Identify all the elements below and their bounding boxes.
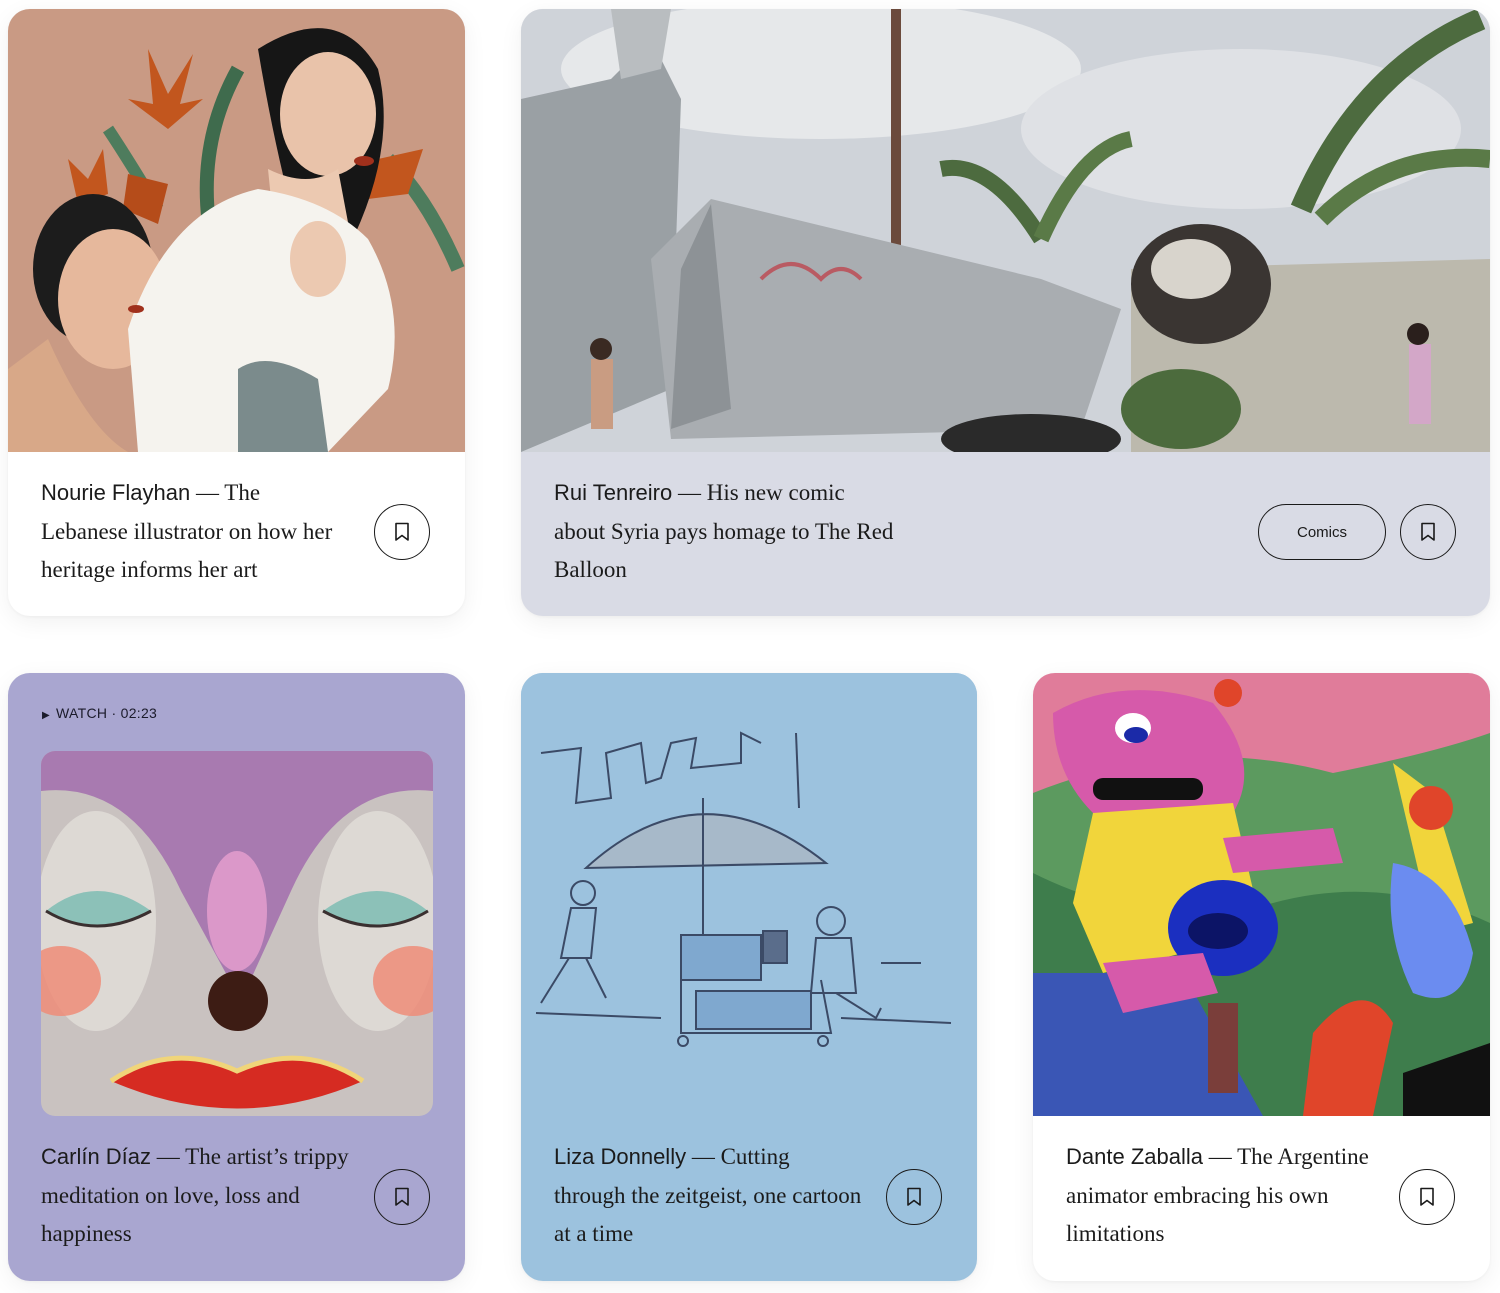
card-caption: Carlín Díaz — The artist’s trippy medita… <box>41 1138 351 1254</box>
bookmark-button[interactable] <box>374 504 430 560</box>
bookmark-icon <box>395 1187 409 1206</box>
artist-name: Carlín Díaz <box>41 1144 152 1169</box>
bookmark-icon <box>1420 1187 1434 1206</box>
article-card-carlin-diaz[interactable]: ▶ WATCH · 02:23 Carlín Díaz — The artist’… <box>8 673 465 1281</box>
article-card-nourie-flayhan[interactable]: Nourie Flayhan — The Lebanese illustrato… <box>8 9 465 616</box>
bookmark-button[interactable] <box>1399 1169 1455 1225</box>
caption-separator: — <box>686 1144 721 1169</box>
bookmark-icon <box>907 1187 921 1206</box>
caption-separator: — <box>672 480 707 505</box>
bookmark-icon <box>395 522 409 541</box>
card-caption: Nourie Flayhan — The Lebanese illustrato… <box>41 474 351 590</box>
card-caption: Rui Tenreiro — His new comic about Syria… <box>554 474 899 590</box>
article-card-rui-tenreiro[interactable]: Rui Tenreiro — His new comic about Syria… <box>521 9 1490 616</box>
card-caption: Liza Donnelly — Cutting through the zeit… <box>554 1138 864 1254</box>
card-illustration <box>521 9 1490 452</box>
card-caption: Dante Zaballa — The Argentine animator e… <box>1066 1138 1376 1254</box>
card-illustration <box>1033 673 1490 1116</box>
bookmark-button[interactable] <box>886 1169 942 1225</box>
caption-separator: — <box>1202 1144 1238 1169</box>
artist-name: Liza Donnelly <box>554 1144 687 1169</box>
caption-separator: — <box>190 480 225 505</box>
article-card-liza-donnelly[interactable]: Liza Donnelly — Cutting through the zeit… <box>521 673 977 1281</box>
article-card-dante-zaballa[interactable]: Dante Zaballa — The Argentine animator e… <box>1033 673 1490 1281</box>
artist-name: Nourie Flayhan <box>41 480 191 505</box>
play-icon: ▶ <box>42 710 50 721</box>
category-tag-button[interactable]: Comics <box>1258 504 1386 560</box>
caption-separator: — <box>151 1144 186 1169</box>
card-illustration <box>8 9 465 452</box>
bookmark-button[interactable] <box>1400 504 1456 560</box>
watch-duration: WATCH · 02:23 <box>56 705 158 721</box>
artist-name: Dante Zaballa <box>1066 1144 1203 1169</box>
artist-name: Rui Tenreiro <box>554 480 673 505</box>
watch-label[interactable]: ▶ WATCH · 02:23 <box>42 705 157 721</box>
bookmark-button[interactable] <box>374 1169 430 1225</box>
card-illustration <box>521 673 977 1116</box>
card-illustration <box>41 751 433 1116</box>
bookmark-icon <box>1421 522 1435 541</box>
